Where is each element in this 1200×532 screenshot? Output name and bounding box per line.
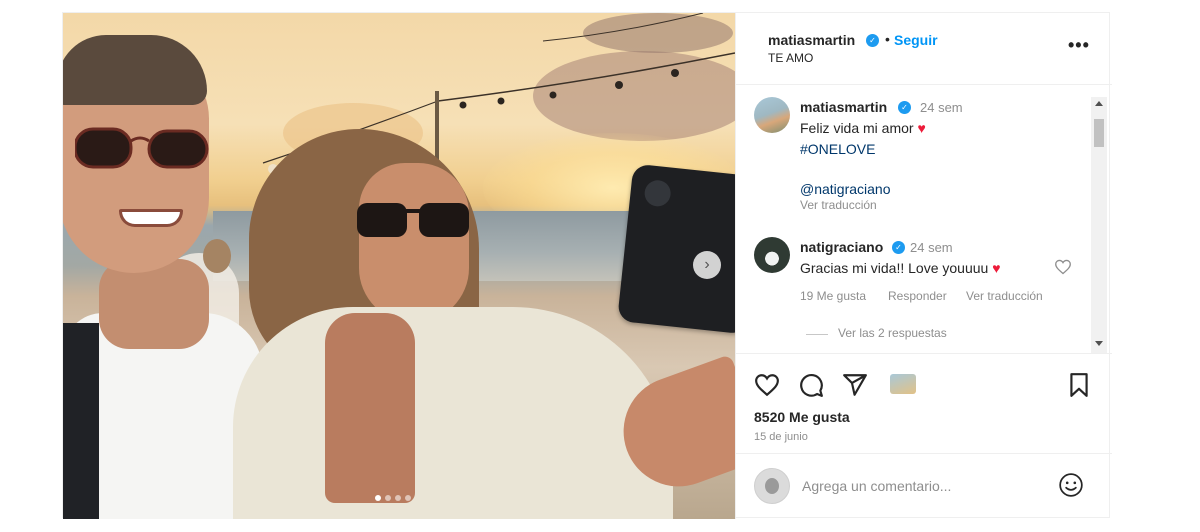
- author-username[interactable]: matiasmartin: [768, 32, 855, 48]
- carousel-dot: [375, 495, 381, 501]
- comment-username[interactable]: matiasmartin: [800, 99, 887, 115]
- separator-dot: •: [885, 31, 890, 47]
- post-subtitle: TE AMO: [768, 51, 814, 65]
- background-person-head: [203, 239, 231, 273]
- carousel-dot: [405, 495, 411, 501]
- heart-emoji-icon: ♥: [992, 260, 1001, 276]
- add-comment-bar: [736, 453, 1112, 519]
- scroll-up-arrow-icon[interactable]: [1095, 101, 1103, 106]
- post-date[interactable]: 15 de junio: [754, 431, 808, 443]
- carousel-dot: [395, 495, 401, 501]
- comment-time[interactable]: 24 sem: [920, 100, 963, 115]
- comment-text: Gracias mi vida!! Love youuuu ♥: [800, 260, 1001, 276]
- sunglasses-icon: [357, 203, 469, 237]
- comment-time[interactable]: 24 sem: [910, 240, 953, 255]
- woman-face: [359, 163, 469, 323]
- scroll-down-arrow-icon[interactable]: [1095, 341, 1103, 346]
- verified-badge-icon: ✓: [898, 101, 911, 114]
- like-heart-icon[interactable]: [754, 372, 780, 398]
- view-replies-link[interactable]: Ver las 2 respuestas: [838, 326, 947, 340]
- translate-link[interactable]: Ver traducción: [800, 198, 877, 212]
- post-actions: 8520 Me gusta 15 de junio: [736, 353, 1112, 453]
- phone-camera: [643, 179, 672, 208]
- comment-bubble-icon[interactable]: [798, 372, 824, 398]
- hashtag-link[interactable]: #ONELOVE: [800, 141, 875, 157]
- follow-button[interactable]: Seguir: [894, 32, 938, 48]
- current-user-avatar: [754, 468, 790, 504]
- post-header: matiasmartin ✓ • Seguir TE AMO •••: [736, 13, 1112, 85]
- emoji-picker-icon[interactable]: [1058, 472, 1084, 498]
- save-bookmark-icon[interactable]: [1066, 372, 1092, 398]
- instagram-post: › matiasmartin ✓ • Seguir TE AMO ••• mat…: [62, 12, 1112, 519]
- more-options-icon[interactable]: •••: [1068, 35, 1090, 56]
- scrollbar-thumb[interactable]: [1094, 119, 1104, 147]
- post-sidebar: matiasmartin ✓ • Seguir TE AMO ••• matia…: [735, 13, 1112, 519]
- woman-neck: [325, 313, 415, 503]
- sunglasses-icon: [75, 127, 209, 169]
- smartphone: [617, 163, 735, 335]
- avatar[interactable]: [754, 97, 790, 133]
- man-vest: [63, 323, 99, 519]
- share-send-icon[interactable]: [842, 372, 868, 398]
- heart-outline-icon[interactable]: [1054, 259, 1072, 275]
- verified-badge-icon: ✓: [892, 241, 905, 254]
- avatar[interactable]: [754, 237, 790, 273]
- translate-link[interactable]: Ver traducción: [966, 289, 1043, 303]
- heart-emoji-icon: ♥: [917, 120, 926, 136]
- carousel-dot: [385, 495, 391, 501]
- comment-username[interactable]: natigraciano: [800, 239, 883, 255]
- man-smile: [119, 209, 183, 227]
- verified-badge-icon: ✓: [866, 34, 879, 47]
- man-neck: [99, 259, 209, 349]
- comment-text: Feliz vida mi amor ♥: [800, 120, 926, 136]
- likes-count[interactable]: 8520 Me gusta: [754, 409, 850, 425]
- woman-sweater: [233, 307, 673, 519]
- mention-link[interactable]: @natigraciano: [800, 181, 891, 197]
- chevron-right-icon: ›: [704, 256, 710, 273]
- comment-input[interactable]: [802, 476, 1042, 496]
- reply-button[interactable]: Responder: [888, 289, 947, 303]
- carousel-next-button[interactable]: ›: [693, 251, 721, 279]
- comments-scrollbar[interactable]: [1091, 97, 1107, 353]
- comment-text-line: Feliz vida mi amor: [800, 120, 914, 136]
- replies-line: [806, 334, 828, 335]
- comment-text-line: Gracias mi vida!! Love youuuu: [800, 260, 989, 276]
- comment-likes[interactable]: 19 Me gusta: [800, 289, 866, 303]
- comments-list: matiasmartin ✓ 24 sem Feliz vida mi amor…: [736, 86, 1112, 352]
- carousel-dots: [375, 495, 411, 501]
- post-photo[interactable]: ›: [63, 13, 735, 519]
- inline-image-icon: [890, 374, 916, 394]
